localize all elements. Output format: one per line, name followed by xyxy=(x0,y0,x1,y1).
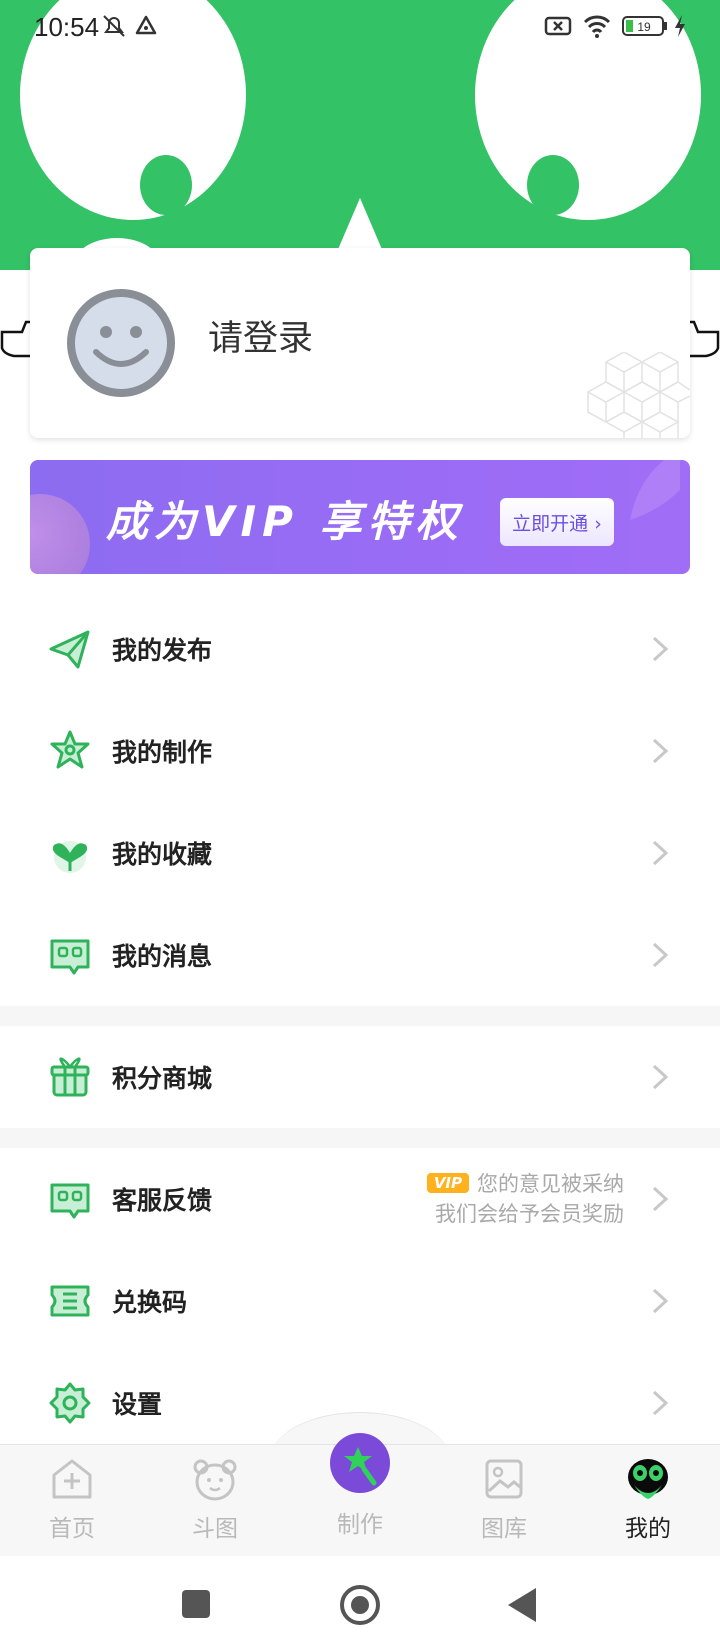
menu-item-my-creations[interactable]: 我的制作 xyxy=(0,700,720,802)
home-plus-icon xyxy=(52,1459,92,1499)
status-time: 10:54 xyxy=(34,12,100,42)
status-bar: 10:54 19 xyxy=(0,0,720,56)
tab-label: 斗图 xyxy=(192,1516,238,1542)
tab-label: 图库 xyxy=(481,1516,527,1542)
cartoon-nose xyxy=(336,198,384,254)
menu-item-points-mall[interactable]: 积分商城 xyxy=(0,1026,720,1128)
menu-label: 客服反馈 xyxy=(112,1186,213,1215)
menu-item-feedback[interactable]: 客服反馈 VIP 您的意见被采纳 我们会给予会员奖励 xyxy=(0,1148,720,1250)
tab-make[interactable]: 制作 xyxy=(300,1505,420,1539)
menu-item-my-favorites[interactable]: 我的收藏 xyxy=(0,802,720,904)
magic-wand-icon xyxy=(344,1447,377,1486)
no-sim-icon xyxy=(544,16,572,36)
menu-label: 积分商城 xyxy=(112,1064,213,1093)
menu-group-support: 客服反馈 VIP 您的意见被采纳 我们会给予会员奖励 兑换码 设置 xyxy=(0,1148,720,1454)
home-button[interactable] xyxy=(340,1585,380,1625)
make-button[interactable] xyxy=(330,1433,390,1493)
charging-icon xyxy=(675,15,685,37)
battery-icon: 19 xyxy=(622,16,667,36)
cube-pattern-decoration xyxy=(587,352,690,438)
profile-card[interactable]: 请登录 xyxy=(30,248,690,438)
menu-label: 我的消息 xyxy=(112,942,213,971)
hint-line-1: 您的意见被采纳 xyxy=(477,1172,624,1196)
back-button[interactable] xyxy=(508,1588,536,1622)
heart-icon xyxy=(52,841,88,873)
menu-item-my-messages[interactable]: 我的消息 xyxy=(0,904,720,1006)
menu-label: 兑换码 xyxy=(112,1288,188,1317)
star-badge-icon xyxy=(50,730,90,769)
bear-icon xyxy=(193,1459,237,1501)
chevron-right-icon xyxy=(652,636,669,662)
alien-face-icon xyxy=(628,1459,668,1499)
battery-level: 19 xyxy=(637,20,651,34)
tab-label: 制作 xyxy=(337,1512,383,1538)
chevron-right-icon xyxy=(652,738,669,764)
tab-label: 我的 xyxy=(625,1516,671,1542)
wifi-icon xyxy=(583,15,611,38)
gallery-icon xyxy=(485,1459,523,1499)
section-divider xyxy=(0,1006,720,1026)
paper-plane-icon xyxy=(49,630,90,669)
tab-meme-battle[interactable]: 斗图 xyxy=(155,1455,275,1543)
gear-icon xyxy=(49,1382,91,1424)
tab-home[interactable]: 首页 xyxy=(12,1455,132,1543)
menu-label: 设置 xyxy=(112,1390,163,1419)
banner-circle-decoration xyxy=(30,494,90,574)
menu-item-my-posts[interactable]: 我的发布 xyxy=(0,598,720,700)
menu-group-points: 积分商城 xyxy=(0,1026,720,1128)
menu-label: 我的发布 xyxy=(112,636,213,665)
chevron-right-icon xyxy=(652,1064,669,1090)
tab-gallery[interactable]: 图库 xyxy=(444,1455,564,1543)
tab-mine[interactable]: 我的 xyxy=(588,1455,708,1543)
chevron-right-icon xyxy=(652,942,669,968)
hint-line-2: 我们会给予会员奖励 xyxy=(435,1202,624,1226)
chevron-right-icon xyxy=(652,840,669,866)
vip-banner-title: 成为VIP 享特权 xyxy=(106,497,464,546)
menu-label: 我的收藏 xyxy=(112,840,213,869)
feedback-hint: VIP 您的意见被采纳 我们会给予会员奖励 xyxy=(426,1169,624,1229)
banner-leaf-decoration xyxy=(630,460,680,520)
avatar-smiley-icon[interactable] xyxy=(66,288,176,398)
gift-icon xyxy=(50,1057,90,1097)
tab-label: 首页 xyxy=(49,1516,95,1542)
alert-triangle-icon xyxy=(135,15,157,35)
ticket-icon xyxy=(50,1285,90,1317)
login-prompt[interactable]: 请登录 xyxy=(208,310,313,361)
feedback-icon xyxy=(50,1183,90,1219)
message-icon xyxy=(50,939,90,975)
mute-bell-icon xyxy=(103,15,125,37)
chevron-right-icon xyxy=(652,1390,669,1416)
vip-tag: VIP xyxy=(426,1173,469,1193)
recent-apps-button[interactable] xyxy=(182,1590,210,1618)
menu-group-main: 我的发布 我的制作 我的收藏 我的消息 xyxy=(0,598,720,1006)
menu-label: 我的制作 xyxy=(112,738,213,767)
section-divider xyxy=(0,1128,720,1148)
chevron-right-icon xyxy=(652,1186,669,1212)
chevron-right-icon xyxy=(652,1288,669,1314)
menu-item-redeem-code[interactable]: 兑换码 xyxy=(0,1250,720,1352)
vip-banner[interactable]: 成为VIP 享特权 立即开通 › xyxy=(30,460,690,574)
vip-open-button[interactable]: 立即开通 › xyxy=(500,498,614,546)
